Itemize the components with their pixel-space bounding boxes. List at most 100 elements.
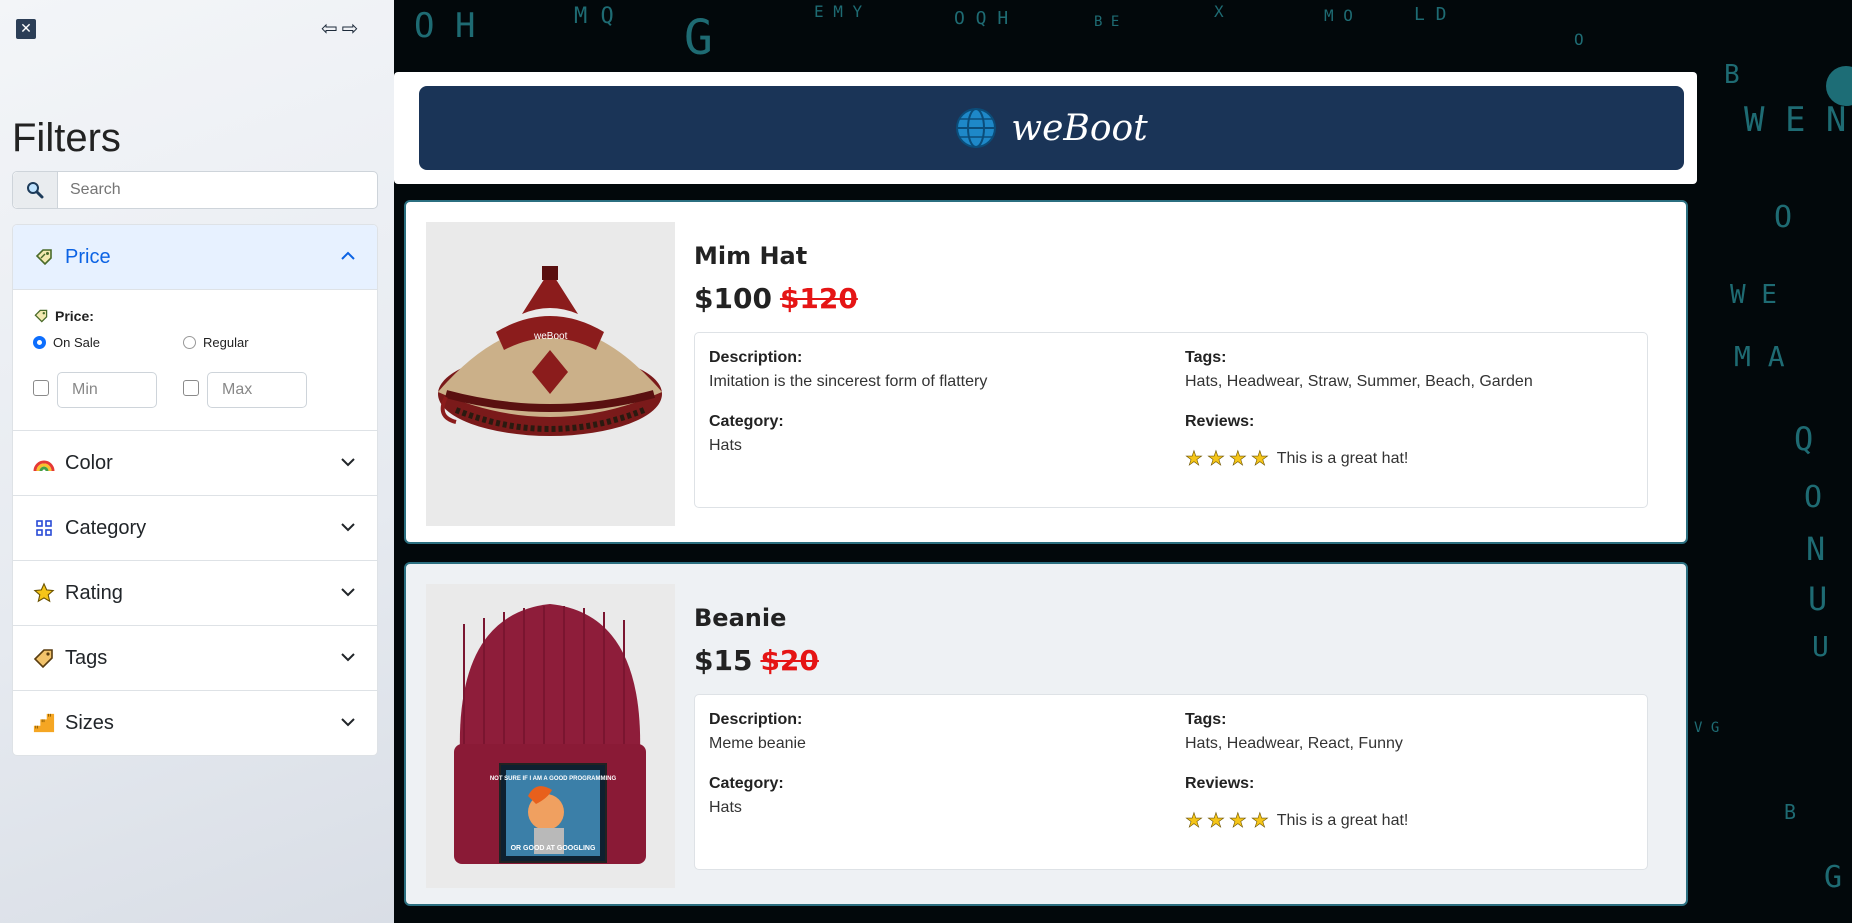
beanie-image: NOT SURE IF I AM A GOOD PROGRAMMING OR G… <box>454 604 646 864</box>
rating-section-label: Rating <box>65 581 123 604</box>
meme-text-bottom: OR GOOD AT GOOGLING <box>511 845 596 852</box>
tags-text: Hats, Headwear, React, Funny <box>1185 735 1403 752</box>
category-text: Hats <box>709 799 742 816</box>
close-icon[interactable]: ✕ <box>16 19 36 39</box>
max-input[interactable]: Max <box>207 372 307 408</box>
rating-section-header[interactable]: Rating <box>13 560 377 625</box>
star-icon: ★ <box>1228 448 1248 470</box>
meme-text-top: NOT SURE IF I AM A GOOD PROGRAMMING <box>490 776 617 782</box>
min-checkbox[interactable] <box>33 380 49 396</box>
svg-text:weBoot: weBoot <box>533 331 568 342</box>
old-price: $120 <box>779 282 858 315</box>
price-tag-icon <box>33 246 55 268</box>
product-list: weBoot Mim Hat $100 $120 Description: Imi… <box>404 200 1688 923</box>
product-price: $100 $120 <box>694 282 858 315</box>
grid-icon <box>33 517 55 539</box>
tag-icon <box>33 647 55 669</box>
chevron-down-icon <box>339 648 357 672</box>
chevron-down-icon <box>339 518 357 542</box>
color-section-header[interactable]: Color <box>13 430 377 495</box>
star-icon: ★ <box>1206 810 1226 832</box>
color-section-label: Color <box>65 451 113 474</box>
max-checkbox[interactable] <box>183 380 199 396</box>
brand-banner[interactable]: weBoot <box>419 86 1684 170</box>
tags-text: Hats, Headwear, Straw, Summer, Beach, Ga… <box>1185 373 1533 390</box>
description-label: Description: <box>709 349 803 366</box>
arrow-right-icon[interactable]: ⇨ <box>342 18 359 38</box>
star-icon: ★ <box>1250 448 1270 470</box>
main-content: O H M Q G E M Y O Q H B E X M O L D O G … <box>394 0 1852 923</box>
chevron-up-icon <box>339 247 357 271</box>
description-label: Description: <box>709 711 803 728</box>
sale-price: $100 <box>694 282 772 315</box>
old-price: $20 <box>760 644 819 677</box>
review-rating: ★ ★ ★ ★ This is a great hat! <box>1185 810 1409 832</box>
arrow-left-icon[interactable]: ⇦ <box>321 18 338 38</box>
price-tag-icon <box>34 309 48 323</box>
price-section-header[interactable]: Price <box>13 225 377 290</box>
category-label: Category: <box>709 775 784 792</box>
star-icon <box>33 582 55 604</box>
category-label: Category: <box>709 413 784 430</box>
price-filter-label: Price: <box>33 308 357 324</box>
brand-name: weBoot <box>1011 107 1148 149</box>
chevron-down-icon <box>339 583 357 607</box>
product-details: Description: Meme beanie Category: Hats … <box>694 694 1648 870</box>
category-section-header[interactable]: Category <box>13 495 377 560</box>
on-sale-label: On Sale <box>53 335 100 350</box>
chevron-down-icon <box>339 713 357 737</box>
min-input[interactable]: Min <box>57 372 157 408</box>
sizes-section-label: Sizes <box>65 711 114 734</box>
star-icon: ★ <box>1206 448 1226 470</box>
product-details: Description: Imitation is the sincerest … <box>694 332 1648 508</box>
radio-unchecked[interactable] <box>183 336 196 349</box>
search-bar <box>12 171 378 209</box>
site-header: weBoot <box>394 72 1697 184</box>
sizes-section-header[interactable]: Sizes <box>13 690 377 755</box>
chevron-down-icon <box>339 453 357 477</box>
collapse-buttons: ⇦ ⇨ <box>321 18 359 38</box>
product-card[interactable]: NOT SURE IF I AM A GOOD PROGRAMMING OR G… <box>404 562 1688 906</box>
page-title: Filters <box>12 116 121 160</box>
star-icon: ★ <box>1185 448 1204 470</box>
star-icon: ★ <box>1228 810 1248 832</box>
tags-label: Tags: <box>1185 349 1227 366</box>
product-name[interactable]: Mim Hat <box>694 242 807 270</box>
search-input[interactable] <box>58 172 377 208</box>
description-text: Imitation is the sincerest form of flatt… <box>709 373 988 390</box>
straw-hat-image: weBoot <box>438 266 662 436</box>
product-image[interactable]: NOT SURE IF I AM A GOOD PROGRAMMING OR G… <box>426 584 675 888</box>
filter-accordion: Price Price: On Sale Regular Min Max Col… <box>12 224 378 756</box>
star-icon: ★ <box>1250 810 1270 832</box>
filters-sidebar: ✕ ⇦ ⇨ Filters Price Price: <box>0 0 394 923</box>
regular-radio[interactable]: Regular <box>183 335 249 350</box>
ruler-icon <box>33 712 55 734</box>
star-icon: ★ <box>1185 810 1204 832</box>
rainbow-icon <box>33 452 55 474</box>
tags-section-header[interactable]: Tags <box>13 625 377 690</box>
price-label-text: Price: <box>55 308 94 324</box>
reviews-label: Reviews: <box>1185 413 1255 430</box>
globe-icon <box>956 108 997 148</box>
search-icon[interactable] <box>13 172 58 208</box>
product-price: $15 $20 <box>694 644 819 677</box>
tags-label: Tags: <box>1185 711 1227 728</box>
review-text: This is a great hat! <box>1276 450 1409 467</box>
price-type-options: On Sale Regular <box>33 335 249 350</box>
price-filter-panel: Price: On Sale Regular Min Max <box>13 290 377 430</box>
category-section-label: Category <box>65 516 147 539</box>
tags-section-label: Tags <box>65 646 108 669</box>
sale-price: $15 <box>694 644 753 677</box>
radio-checked[interactable] <box>33 336 46 349</box>
product-image[interactable]: weBoot <box>426 222 675 526</box>
description-text: Meme beanie <box>709 735 806 752</box>
category-text: Hats <box>709 437 742 454</box>
review-rating: ★ ★ ★ ★ This is a great hat! <box>1185 448 1409 470</box>
regular-label: Regular <box>203 335 249 350</box>
product-card[interactable]: weBoot Mim Hat $100 $120 Description: Imi… <box>404 200 1688 544</box>
product-name[interactable]: Beanie <box>694 604 786 632</box>
price-section-label: Price <box>65 245 111 268</box>
on-sale-radio[interactable]: On Sale <box>33 335 183 350</box>
review-text: This is a great hat! <box>1276 812 1409 829</box>
reviews-label: Reviews: <box>1185 775 1255 792</box>
